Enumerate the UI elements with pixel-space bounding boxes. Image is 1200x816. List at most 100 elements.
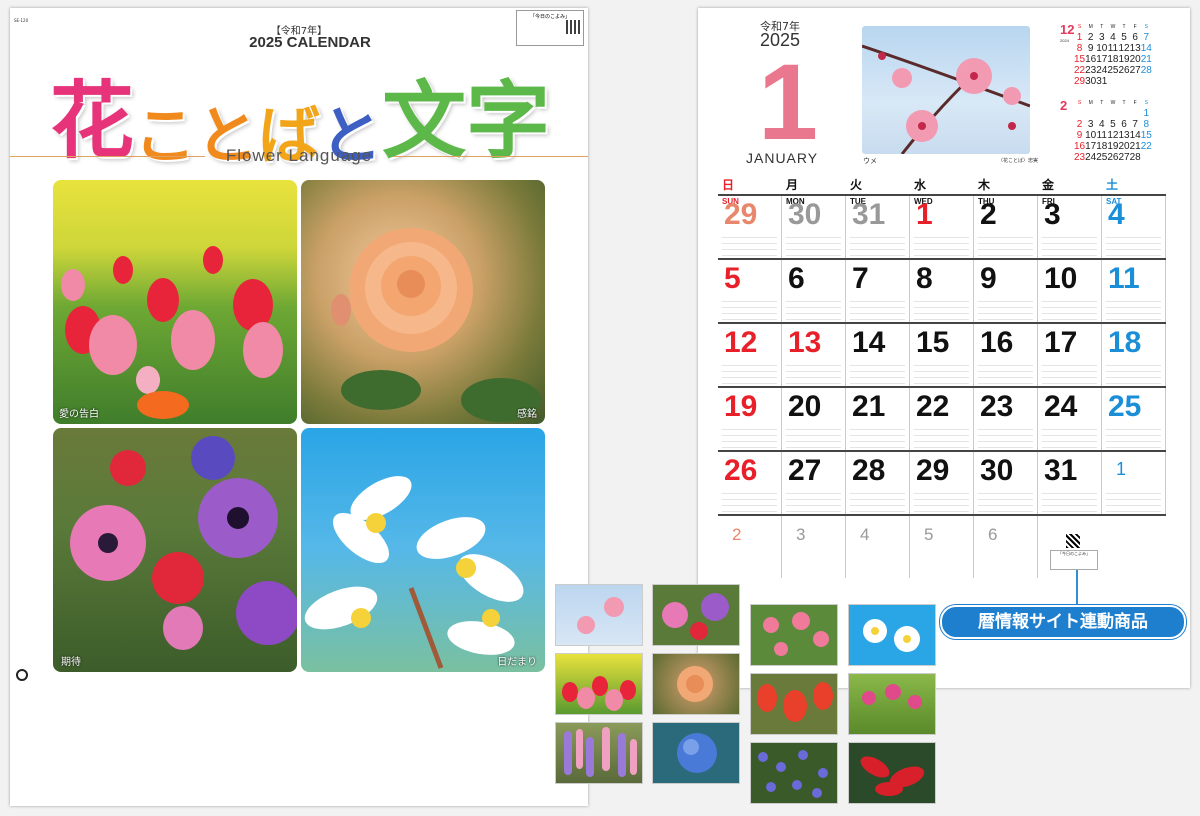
mini-day: 22 (1074, 65, 1086, 76)
thumbnail-plum (555, 584, 643, 646)
day-cell: 31 (846, 196, 910, 258)
day-cell: 17 (1038, 324, 1102, 386)
mini-day: 18 (1096, 141, 1108, 152)
weekday-jp: 木 (978, 178, 991, 192)
day-number: 16 (980, 326, 1014, 359)
photo-plum-blossom (862, 26, 1030, 154)
day-number: 17 (1044, 326, 1078, 359)
day-number: 29 (724, 198, 758, 231)
mini-day: 29 (1074, 76, 1086, 87)
memo-lines (786, 360, 841, 384)
mini-weekday: F (1133, 24, 1137, 30)
day-cell: 13 (782, 324, 846, 386)
mini-day: 22 (1140, 141, 1152, 152)
day-number: 19 (724, 390, 758, 423)
day-number: 31 (1044, 454, 1078, 487)
mini-day: 27 (1118, 152, 1130, 163)
next-month-cell: 5 (910, 516, 974, 578)
memo-lines (1042, 360, 1097, 384)
mini-day: 16 (1074, 141, 1086, 152)
memo-lines (1106, 360, 1161, 384)
memo-lines (1106, 424, 1161, 448)
mini-day: 7 (1143, 32, 1150, 43)
photo-anemones: 期待 (53, 428, 297, 672)
next-month-cell: 6 (974, 516, 1038, 578)
mini-prev-year: 2024 (1060, 38, 1069, 43)
mini-day (1074, 108, 1085, 119)
photo-plumeria: 日だまり (301, 428, 545, 672)
mini-day: 7 (1132, 119, 1138, 130)
day-number: 23 (980, 390, 1014, 423)
day-cell: 19 (718, 388, 782, 450)
thumbnail-poinsettia (848, 742, 936, 804)
mini-prev-month: 12 (1060, 22, 1075, 37)
mini-day: 15 (1074, 54, 1086, 65)
day-cell: 30 (974, 452, 1038, 514)
mini-next-month: 2 (1060, 98, 1068, 113)
memo-lines (914, 232, 969, 256)
mini-day: 15 (1140, 130, 1152, 141)
day-cell: 4 (1102, 196, 1166, 258)
mini-day: 2 (1076, 119, 1083, 130)
mini-weekday: W (1110, 100, 1116, 106)
mini-weekday: M (1088, 100, 1093, 106)
day-number: 27 (788, 454, 822, 487)
memo-lines (914, 296, 969, 320)
day-number: 30 (980, 454, 1014, 487)
mini-day: 1 (1143, 108, 1150, 119)
day-number: 18 (1108, 326, 1142, 359)
day-number: 28 (852, 454, 886, 487)
memo-lines (786, 296, 841, 320)
day-number: 5 (724, 262, 741, 295)
mini-day: 10 (1096, 43, 1108, 54)
mini-weekday: S (1077, 100, 1082, 106)
day-number: 8 (916, 262, 933, 295)
memo-lines (722, 488, 777, 512)
mini-day: 21 (1140, 54, 1152, 65)
day-cell: 5 (718, 260, 782, 322)
mini-day: 5 (1110, 119, 1116, 130)
mini-day (1096, 108, 1107, 119)
mini-day: 6 (1132, 32, 1138, 43)
day-cell: 9 (974, 260, 1038, 322)
day-cell: 18 (1102, 324, 1166, 386)
photo-caption: 日だまり (497, 657, 537, 668)
day-number: 10 (1044, 262, 1078, 295)
day-cell: 29 (910, 452, 974, 514)
memo-lines (1106, 232, 1161, 256)
mini-day: 5 (1121, 32, 1127, 43)
callout-connector (1076, 570, 1078, 606)
mini-day: 11 (1107, 43, 1119, 54)
next-month-day: 3 (796, 525, 806, 544)
day-cell: 2 (974, 196, 1038, 258)
month-number: 1 (758, 41, 819, 162)
mini-day: 23 (1085, 65, 1097, 76)
day-cell: 16 (974, 324, 1038, 386)
next-month-day: 4 (860, 525, 870, 544)
mini-weekday: T (1100, 100, 1104, 106)
day-cell: 3 (1038, 196, 1102, 258)
mini-weekday: T (1122, 100, 1126, 106)
day-cell: 20 (782, 388, 846, 450)
photo-caption: 期待 (61, 657, 81, 668)
mini-day: 25 (1096, 152, 1108, 163)
mini-weekday: T (1122, 24, 1126, 30)
mini-day: 11 (1096, 130, 1107, 141)
day-cell: 23 (974, 388, 1038, 450)
thumbnail-pink-flowers (750, 604, 838, 666)
mini-day: 9 (1076, 130, 1083, 141)
memo-lines (722, 424, 777, 448)
mini-day: 27 (1129, 65, 1141, 76)
mini-day: 25 (1107, 65, 1119, 76)
day-number: 11 (1108, 262, 1140, 295)
day-cell: 7 (846, 260, 910, 322)
day-cell: 30 (782, 196, 846, 258)
memo-lines (722, 296, 777, 320)
rose-illustration (331, 228, 541, 422)
weekday-jp: 月 (786, 178, 799, 192)
day-cell: 27 (782, 452, 846, 514)
memo-lines (786, 424, 841, 448)
mini-day (1119, 108, 1130, 119)
memo-lines (1042, 424, 1097, 448)
photo-tulips: 愛の告白 (53, 180, 297, 424)
